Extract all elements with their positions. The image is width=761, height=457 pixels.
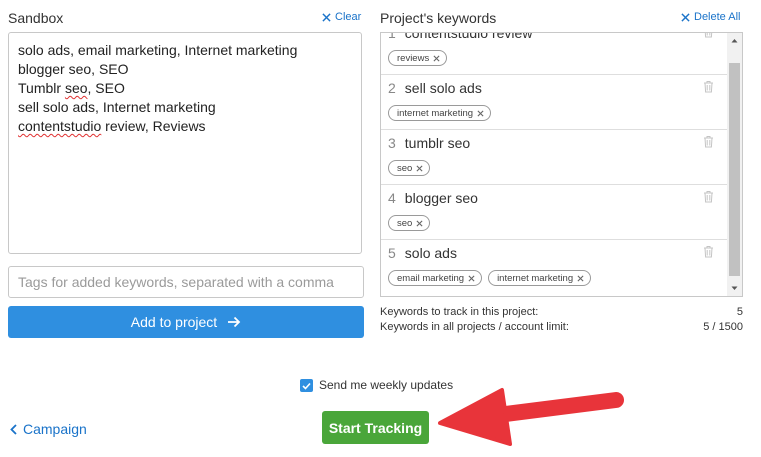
caret-down-icon bbox=[731, 286, 738, 290]
sandbox-line: Tumblr seo, SEO bbox=[18, 80, 125, 96]
remove-tag-icon[interactable] bbox=[416, 164, 423, 172]
trash-icon[interactable] bbox=[703, 245, 714, 258]
keyword-number: 4 bbox=[388, 190, 396, 206]
keywords-scrollbar[interactable] bbox=[727, 33, 742, 296]
add-to-project-label: Add to project bbox=[130, 314, 218, 330]
start-tracking-label: Start Tracking bbox=[328, 419, 423, 436]
keyword-tag: internet marketing bbox=[388, 105, 492, 121]
stat-value: 5 bbox=[736, 306, 743, 318]
trash-icon[interactable] bbox=[703, 135, 714, 148]
keyword-number: 3 bbox=[388, 135, 396, 151]
keyword-item: 4 blogger seo seo bbox=[381, 185, 727, 240]
clear-label: Clear bbox=[335, 11, 362, 23]
delete-all-label: Delete All bbox=[694, 11, 741, 23]
trash-icon[interactable] bbox=[703, 80, 714, 93]
keyword-tag: seo bbox=[388, 160, 431, 176]
close-icon bbox=[322, 12, 331, 22]
delete-all-link[interactable]: Delete All bbox=[681, 11, 740, 23]
campaign-label: Campaign bbox=[23, 421, 87, 437]
project-keywords-list[interactable]: 1 contentstudio review reviews 2 sell solo… bbox=[380, 32, 743, 297]
remove-tag-icon[interactable] bbox=[468, 274, 475, 282]
keyword-text: solo ads bbox=[404, 245, 457, 261]
check-icon bbox=[302, 382, 311, 390]
sandbox-line: sell solo ads, Internet marketing bbox=[18, 99, 216, 115]
add-to-project-button[interactable]: Add to project bbox=[8, 306, 364, 338]
close-icon bbox=[681, 12, 690, 22]
trash-icon[interactable] bbox=[703, 190, 714, 203]
stat-label: Keywords in all projects / account limit… bbox=[380, 321, 569, 333]
keyword-number: 5 bbox=[388, 245, 396, 261]
keyword-tag: email marketing bbox=[388, 270, 483, 286]
keyword-item: 5 solo ads email marketing internet marke… bbox=[381, 240, 727, 295]
keyword-number: 1 bbox=[388, 32, 396, 41]
sandbox-line: blogger seo, SEO bbox=[18, 61, 129, 77]
remove-tag-icon[interactable] bbox=[416, 219, 423, 227]
scroll-down-button[interactable] bbox=[727, 281, 742, 296]
scroll-thumb[interactable] bbox=[729, 63, 740, 276]
keyword-item: 2 sell solo ads internet marketing bbox=[381, 75, 727, 130]
stat-row-account: Keywords in all projects / account limit… bbox=[380, 321, 743, 333]
sandbox-line: contentstudio review, Reviews bbox=[18, 118, 206, 134]
tags-input[interactable] bbox=[8, 266, 364, 298]
red-arrow-annotation bbox=[438, 388, 624, 446]
arrow-right-icon bbox=[228, 316, 241, 328]
trash-icon[interactable] bbox=[703, 32, 714, 38]
clear-link[interactable]: Clear bbox=[322, 11, 361, 23]
keyword-number: 2 bbox=[388, 80, 396, 96]
weekly-updates-checkbox[interactable] bbox=[300, 379, 313, 392]
project-keywords-title: Project's keywords bbox=[380, 10, 497, 26]
scroll-up-button[interactable] bbox=[727, 33, 742, 48]
sandbox-title: Sandbox bbox=[8, 10, 64, 26]
start-tracking-button[interactable]: Start Tracking bbox=[322, 411, 429, 444]
keyword-text: sell solo ads bbox=[404, 80, 482, 96]
remove-tag-icon[interactable] bbox=[433, 54, 440, 62]
remove-tag-icon[interactable] bbox=[477, 109, 484, 117]
keyword-item: 3 tumblr seo seo bbox=[381, 130, 727, 185]
keyword-tag: reviews bbox=[388, 50, 448, 66]
chevron-left-icon bbox=[10, 423, 17, 435]
remove-tag-icon[interactable] bbox=[577, 274, 584, 282]
stat-label: Keywords to track in this project: bbox=[380, 306, 539, 318]
keyword-tag: internet marketing bbox=[488, 270, 592, 286]
keyword-tag: seo bbox=[388, 215, 431, 231]
keyword-text: tumblr seo bbox=[404, 135, 471, 151]
keyword-text: contentstudio review bbox=[404, 32, 533, 41]
sandbox-textarea[interactable]: solo ads, email marketing, Internet mark… bbox=[8, 32, 362, 254]
stat-row-project: Keywords to track in this project: 5 bbox=[380, 306, 743, 318]
caret-up-icon bbox=[731, 39, 738, 43]
keyword-item: 1 contentstudio review reviews bbox=[381, 32, 727, 75]
keyword-text: blogger seo bbox=[404, 190, 478, 206]
campaign-back-link[interactable]: Campaign bbox=[10, 421, 87, 437]
stat-value: 5 / 1500 bbox=[703, 321, 743, 333]
sandbox-line: solo ads, email marketing, Internet mark… bbox=[18, 42, 298, 58]
